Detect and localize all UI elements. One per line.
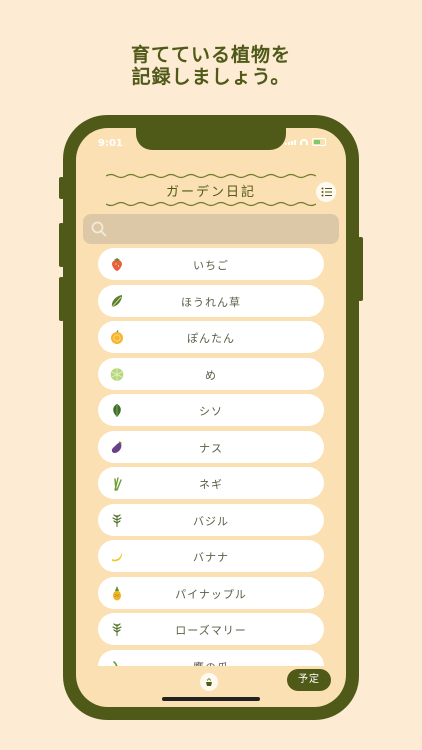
promo-headline: 育てている植物を 記録しましょう。 <box>0 44 422 88</box>
plant-name: バジル <box>193 514 229 528</box>
home-indicator <box>162 697 260 701</box>
list-menu-button[interactable] <box>316 182 336 202</box>
phone-power-button <box>358 237 363 301</box>
plant-pot-tab-button[interactable] <box>200 673 218 691</box>
vine-decoration-icon <box>106 201 316 207</box>
plant-list-item[interactable]: ぽんたん <box>98 321 324 353</box>
plant-list-item[interactable]: ローズマリー <box>98 613 324 645</box>
vine-decoration-icon <box>106 173 316 179</box>
plant-name: いちご <box>193 259 229 272</box>
app-title: ガーデン日記 <box>165 185 256 200</box>
plant-list-item[interactable]: 鷹の爪 <box>98 649 324 667</box>
plant-name: シソ <box>199 405 223 418</box>
headline-line-2: 記録しましょう。 <box>131 66 291 88</box>
phone-mute-switch <box>59 177 64 199</box>
plant-list-item[interactable]: め <box>98 357 324 390</box>
list-icon <box>321 187 332 197</box>
schedule-button[interactable]: 予定 <box>287 669 331 691</box>
plant-name: ナス <box>199 441 223 455</box>
phone-frame: 9:01 ガーデン日記 いちご ほうれん草 ぽんたん め シソ ナス ネギ バジ… <box>59 115 363 720</box>
plant-name: ネギ <box>199 478 223 491</box>
battery-icon <box>312 138 326 146</box>
plant-list-item[interactable]: ネギ <box>98 467 324 499</box>
plant-name: ローズマリー <box>175 624 247 637</box>
app-screen: 9:01 ガーデン日記 いちご ほうれん草 ぽんたん め シソ ナス ネギ バジ… <box>76 128 346 707</box>
plant-list-item[interactable]: シソ <box>98 394 324 426</box>
plant-list-item[interactable]: いちご <box>98 248 324 280</box>
phone-volume-down <box>59 277 64 321</box>
plant-name: ほうれん草 <box>181 295 241 309</box>
status-icons <box>285 138 326 146</box>
plant-name: め <box>205 368 217 382</box>
plant-name: パイナップル <box>175 587 247 601</box>
plant-list-item[interactable]: ほうれん草 <box>98 284 324 317</box>
search-icon <box>91 221 107 237</box>
plant-name: 鷹の爪 <box>98 659 324 667</box>
plant-list-item[interactable]: バナナ <box>98 540 324 572</box>
plant-list-item[interactable]: バジル <box>98 503 324 536</box>
app-header: ガーデン日記 <box>106 168 316 210</box>
plant-name: ぽんたん <box>187 332 235 345</box>
signal-icon <box>285 139 296 145</box>
phone-volume-up <box>59 223 64 267</box>
plant-name: バナナ <box>193 551 229 564</box>
plant-pot-icon <box>206 678 212 686</box>
wifi-icon <box>300 139 308 145</box>
plant-list-item[interactable]: パイナップル <box>98 576 324 609</box>
plant-list: いちごほうれん草ぽんたんめシソナスネギバジルバナナパイナップルローズマリー鷹の爪 <box>98 248 324 666</box>
search-input[interactable] <box>113 219 332 241</box>
status-time: 9:01 <box>98 138 123 149</box>
headline-line-1: 育てている植物を <box>130 44 291 66</box>
plant-list-item[interactable]: ナス <box>98 430 324 463</box>
search-bar[interactable] <box>83 214 339 244</box>
phone-notch <box>136 128 286 150</box>
